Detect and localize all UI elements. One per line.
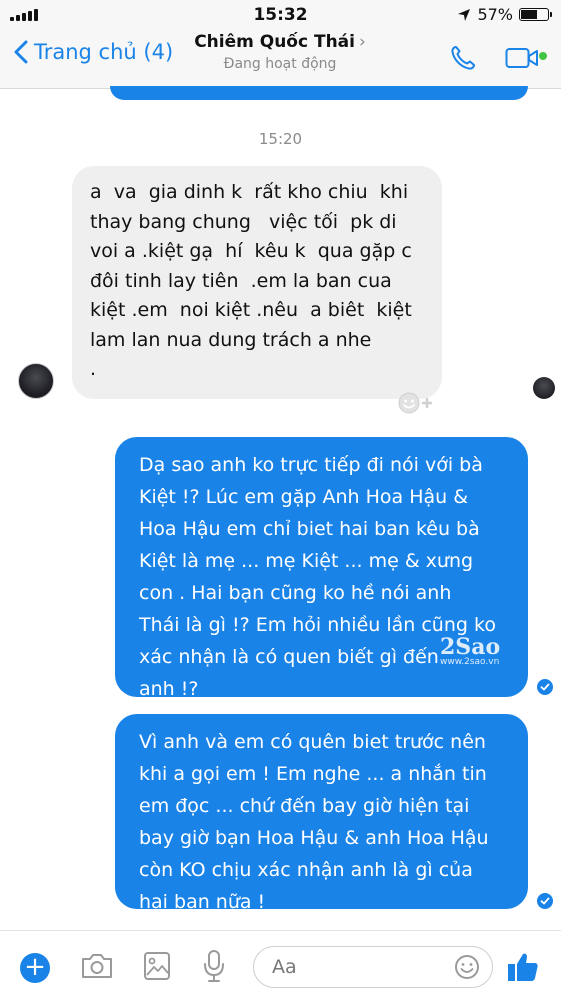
- watermark: 2Sao www.2sao.vn: [440, 634, 500, 667]
- message-line: voi a .kiệt gạ hí kêu k qua gặp c: [90, 240, 412, 262]
- battery-percent: 57%: [477, 5, 513, 24]
- message-line: a va gia dinh k rất kho chiu khi: [90, 181, 409, 203]
- message-line: còn KO chịu xác nhận anh là gì của: [139, 859, 473, 881]
- phone-call-icon[interactable]: [449, 44, 477, 72]
- back-button[interactable]: Trang chủ (4): [14, 40, 173, 64]
- contact-status: Đang hoạt động: [223, 56, 337, 72]
- previous-message-bubble[interactable]: [110, 86, 528, 100]
- location-arrow-icon: [458, 8, 471, 21]
- camera-icon[interactable]: [80, 952, 114, 980]
- online-indicator: [539, 52, 547, 60]
- message-line: anh !?: [139, 678, 199, 700]
- message-timestamp: 15:20: [258, 130, 303, 148]
- back-label: Trang chủ (4): [34, 40, 174, 64]
- message-line: đôi tinh lay tiên .em la ban cua: [90, 269, 392, 292]
- message-line: Hoa Hậu em chỉ biet hai ban kêu bà: [139, 518, 480, 540]
- message-line: lam lan nua dung trách a nhe: [90, 328, 372, 351]
- message-line: Dạ sao anh ko trực tiếp đi nói với bà: [139, 454, 483, 476]
- message-line: .: [90, 358, 97, 380]
- message-line: thay bang chung việc tối pk di: [90, 210, 397, 233]
- message-line: khi a gọi em ! Em nghe ... a nhắn tin: [139, 763, 487, 785]
- message-line: Kiệt là mẹ ... mẹ Kiệt ... mẹ & xưng: [139, 550, 474, 572]
- message-input-placeholder: Aa: [272, 956, 297, 978]
- contact-name: Chiêm Quốc Thái: [194, 32, 355, 52]
- contact-title[interactable]: Chiêm Quốc Thái › Đang hoạt động: [180, 32, 380, 72]
- outgoing-message-bubble[interactable]: Vì anh và em có quên biet trước nên khi …: [115, 714, 528, 913]
- conversation-header: Trang chủ (4) Chiêm Quốc Thái › Đang hoạt…: [0, 30, 561, 89]
- watermark-url: www.2sao.vn: [440, 657, 500, 667]
- message-line: kiệt .em noi kiệt .nêu a biêt kiệt: [90, 299, 412, 321]
- emoji-icon[interactable]: [454, 954, 480, 980]
- plus-icon[interactable]: +: [20, 953, 50, 983]
- message-line: bay giờ bạn Hoa Hậu & anh Hoa Hậu: [139, 827, 489, 849]
- chevron-left-icon: [14, 40, 28, 64]
- chevron-right-icon: ›: [358, 32, 366, 52]
- microphone-icon[interactable]: [203, 949, 225, 983]
- message-line: Vì anh và em có quên biet trước nên: [139, 731, 486, 753]
- delivered-check-icon: [537, 893, 553, 909]
- read-receipt-avatar: [533, 377, 555, 399]
- status-bar: 15:32 57%: [0, 0, 561, 30]
- message-line: Kiệt !? Lúc em gặp Anh Hoa Hậu &: [139, 486, 469, 508]
- incoming-message-bubble[interactable]: a va gia dinh k rất kho chiu khi thay ba…: [72, 166, 442, 399]
- message-line: con . Hai bạn cũng ko hề nói anh: [139, 582, 452, 604]
- video-call-icon[interactable]: [505, 45, 539, 71]
- message-input[interactable]: Aa: [253, 946, 493, 988]
- message-line: hai bạn nữa !: [139, 891, 266, 913]
- message-line: em đọc ... chứ đến bay giờ hiện tại: [139, 795, 470, 817]
- battery-icon: [519, 8, 552, 21]
- gallery-icon[interactable]: [143, 951, 171, 981]
- delivered-check-icon: [537, 679, 553, 695]
- thumbs-up-icon[interactable]: [506, 951, 540, 983]
- contact-avatar[interactable]: [18, 363, 54, 399]
- add-reaction-icon[interactable]: [396, 390, 434, 416]
- message-composer: + Aa: [0, 930, 561, 1001]
